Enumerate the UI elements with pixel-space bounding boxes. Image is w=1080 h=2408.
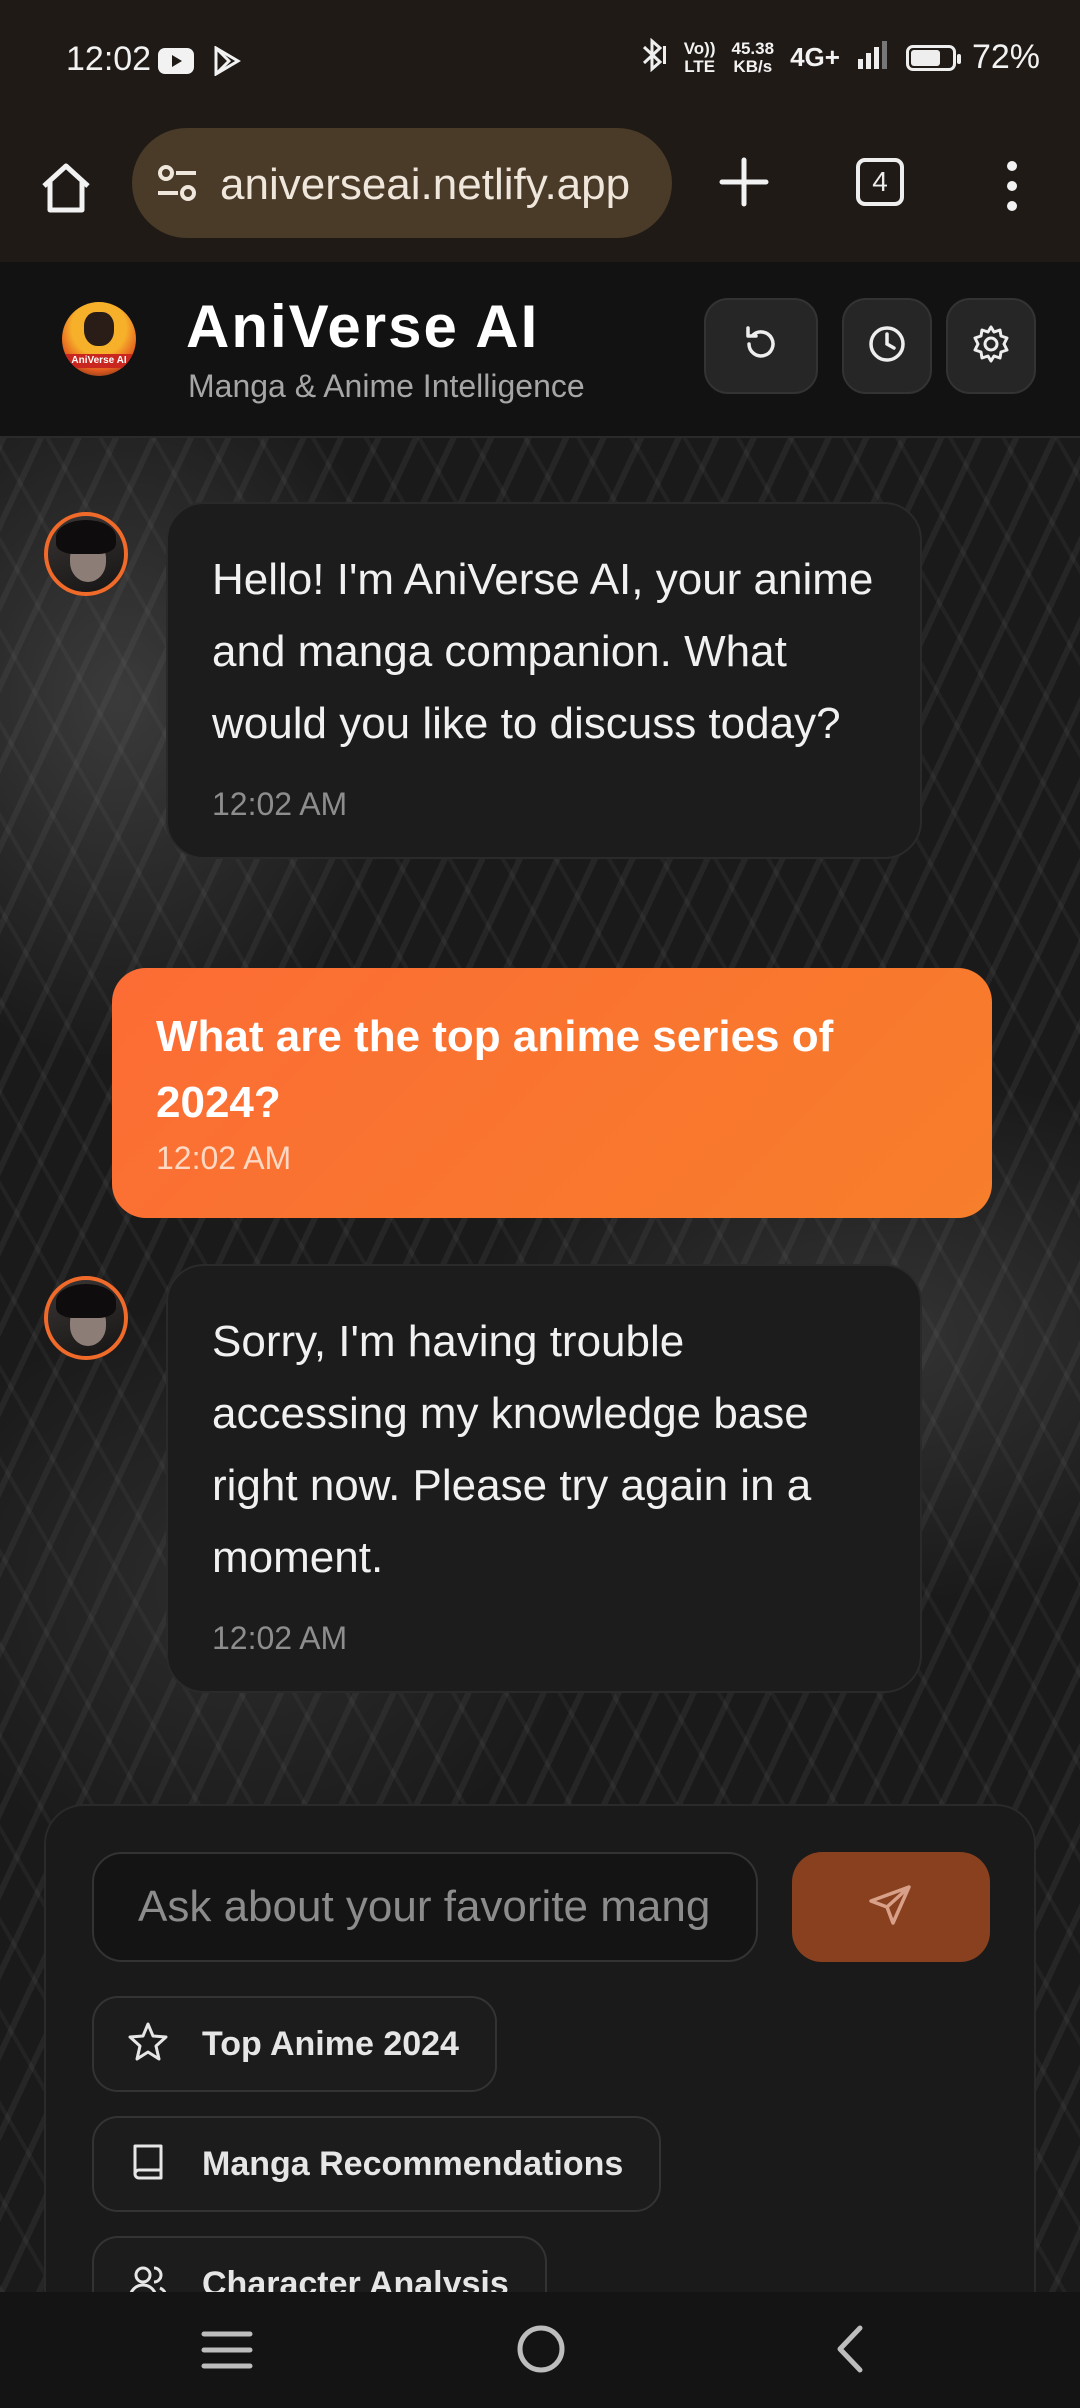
send-button[interactable] — [792, 1852, 990, 1962]
home-nav-button[interactable] — [514, 2322, 568, 2381]
status-time: 12:02 — [66, 40, 152, 78]
suggestion-top-anime[interactable]: Top Anime 2024 — [92, 1996, 497, 2092]
suggestion-manga-recommendations[interactable]: Manga Recommendations — [92, 2116, 662, 2212]
bot-avatar — [44, 512, 128, 596]
status-bar: 12:02 Vo)) LTE 45.38 KB/s 4G+ 72% — [0, 0, 1080, 128]
new-tab-button[interactable] — [712, 150, 776, 214]
network-type: 4G+ — [790, 42, 840, 72]
book-icon — [126, 2140, 170, 2189]
message-timestamp: 12:02 AM — [156, 1140, 292, 1176]
app-subtitle: Manga & Anime Intelligence — [188, 368, 585, 404]
site-settings-icon[interactable] — [154, 160, 200, 206]
clock-icon — [865, 322, 909, 371]
home-button[interactable] — [36, 158, 96, 218]
battery-icon — [905, 44, 961, 71]
bluetooth-icon — [638, 37, 668, 77]
suggestion-label: Top Anime 2024 — [202, 2024, 459, 2063]
back-button[interactable] — [830, 2322, 870, 2381]
app-logo: AniVerse AI — [62, 302, 136, 376]
history-button[interactable] — [842, 298, 932, 394]
message-timestamp: 12:02 AM — [212, 786, 348, 822]
user-message: What are the top anime series of 2024? 1… — [112, 968, 992, 1218]
signal-icon — [856, 39, 890, 76]
address-bar[interactable]: aniverseai.netlify.app — [132, 128, 672, 238]
app-header: AniVerse AI AniVerse AI Manga & Anime In… — [0, 262, 1080, 438]
message-timestamp: 12:02 AM — [212, 1620, 348, 1656]
message-input-container[interactable] — [92, 1852, 758, 1962]
recents-button[interactable] — [200, 2326, 254, 2379]
volte-indicator: Vo)) LTE — [683, 38, 716, 76]
refresh-icon — [739, 322, 783, 371]
message-text: What are the top anime series of 2024? — [156, 1012, 834, 1127]
bot-message: Hello! I'm AniVerse AI, your anime and m… — [166, 502, 922, 859]
chat-composer: Top Anime 2024 Manga Recommendations Cha… — [44, 1804, 1036, 2364]
play-store-icon — [212, 45, 242, 81]
system-nav-bar — [0, 2292, 1080, 2408]
reset-chat-button[interactable] — [704, 298, 818, 394]
youtube-icon — [158, 48, 194, 79]
suggestion-label: Manga Recommendations — [202, 2144, 624, 2183]
star-icon — [126, 2020, 170, 2069]
battery-percent: 72% — [971, 38, 1040, 76]
settings-button[interactable] — [946, 298, 1036, 394]
logo-text: AniVerse AI — [62, 354, 136, 368]
browser-toolbar: aniverseai.netlify.app 4 — [0, 128, 1080, 264]
message-text: Sorry, I'm having trouble accessing my k… — [212, 1317, 812, 1582]
message-text: Hello! I'm AniVerse AI, your anime and m… — [212, 555, 874, 748]
send-icon — [867, 1881, 915, 1934]
network-speed: 45.38 KB/s — [731, 38, 775, 76]
gear-icon — [969, 322, 1013, 371]
bot-message: Sorry, I'm having trouble accessing my k… — [166, 1264, 922, 1693]
bot-avatar — [44, 1276, 128, 1360]
message-input[interactable] — [94, 1854, 756, 1960]
app-title: AniVerse AI — [186, 293, 540, 360]
browser-menu-button[interactable] — [998, 156, 1026, 216]
url-text: aniverseai.netlify.app — [220, 160, 631, 209]
tab-switcher-button[interactable]: 4 — [856, 158, 904, 206]
